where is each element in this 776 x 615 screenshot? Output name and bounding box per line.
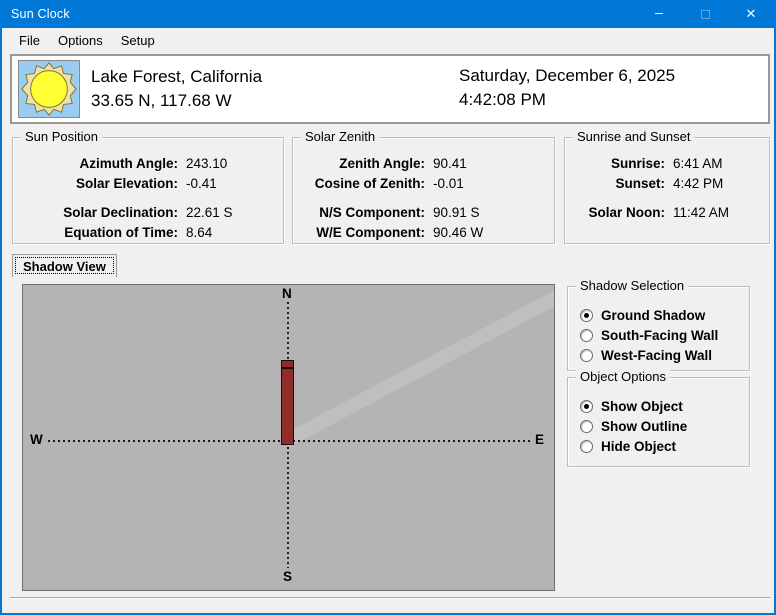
datetime-block: Saturday, December 6, 2025 4:42:08 PM [459,64,675,112]
current-date: Saturday, December 6, 2025 [459,64,675,88]
shadow-object [281,360,294,445]
radio-south-facing-wall[interactable]: South-Facing Wall [580,325,718,345]
stat-row: Solar Elevation: -0.41 [13,174,283,194]
current-time: 4:42:08 PM [459,88,675,112]
menu-setup[interactable]: Setup [112,30,164,51]
compass-west-label: W [30,432,43,447]
stat-value: 8.64 [186,223,212,243]
tab-shadow-view-label: Shadow View [23,259,106,274]
compass-east-label: E [535,432,544,447]
stat-label: Sunrise: [565,154,665,174]
radio-hide-object[interactable]: Hide Object [580,436,687,456]
group-sun-position: Sun Position Azimuth Angle: 243.10 Solar… [12,137,284,244]
sunrise-sunset-rows: Sunrise: 6:41 AM Sunset: 4:42 PM Solar N… [565,154,769,223]
stat-row: Solar Declination: 22.61 S [13,203,283,223]
minimize-button[interactable]: – [636,0,682,28]
group-solar-zenith: Solar Zenith Zenith Angle: 90.41 Cosine … [292,137,555,244]
radio-show-object[interactable]: Show Object [580,396,687,416]
stat-label: Cosine of Zenith: [293,174,425,194]
radio-show-outline[interactable]: Show Outline [580,416,687,436]
radio-west-facing-wall[interactable]: West-Facing Wall [580,345,718,365]
radio-label: West-Facing Wall [601,348,712,363]
stat-value: 243.10 [186,154,227,174]
object-options-radios: Show Object Show Outline Hide Object [580,396,687,456]
radio-button-icon [580,420,593,433]
group-shadow-selection: Shadow Selection Ground Shadow South-Fac… [567,286,750,371]
shadow-object-cap [282,367,293,369]
radio-button-icon [580,309,593,322]
sun-clock-window: Sun Clock – ✕ File Options Setup [0,0,776,615]
stat-row: W/E Component: 90.46 W [293,223,554,243]
stat-row: Equation of Time: 8.64 [13,223,283,243]
stat-row: Sunset: 4:42 PM [565,174,769,194]
stat-value: 90.46 W [433,223,483,243]
radio-button-icon [580,400,593,413]
location-coordinates: 33.65 N, 117.68 W [91,89,262,113]
radio-ground-shadow[interactable]: Ground Shadow [580,305,718,325]
compass-south-label: S [283,569,292,584]
stat-row: Cosine of Zenith: -0.01 [293,174,554,194]
radio-label: Show Object [601,399,683,414]
menu-options[interactable]: Options [49,30,112,51]
stat-value: -0.01 [433,174,464,194]
group-title-shadow-selection: Shadow Selection [576,278,688,293]
group-object-options: Object Options Show Object Show Outline … [567,377,750,467]
stat-label: Zenith Angle: [293,154,425,174]
caption-buttons: – ✕ [636,0,774,28]
header-panel: Lake Forest, California 33.65 N, 117.68 … [10,54,770,124]
radio-button-icon [580,329,593,342]
radio-button-icon [580,440,593,453]
stat-row: Sunrise: 6:41 AM [565,154,769,174]
group-title-object-options: Object Options [576,369,670,384]
radio-label: South-Facing Wall [601,328,718,343]
compass-north-label: N [282,286,292,301]
sun-icon [18,60,80,118]
stat-row: Zenith Angle: 90.41 [293,154,554,174]
ground-shadow [283,286,555,447]
stat-label: N/S Component: [293,203,425,223]
stat-value: 90.91 S [433,203,480,223]
minimize-icon: – [655,4,663,20]
stat-value: 6:41 AM [673,154,723,174]
stat-label: Azimuth Angle: [13,154,178,174]
group-title-sun-position: Sun Position [21,129,102,144]
radio-button-icon [580,349,593,362]
titlebar: Sun Clock – ✕ [2,0,774,28]
maximize-icon [701,10,710,19]
maximize-button [682,0,728,28]
stat-value: -0.41 [186,174,217,194]
stat-row: N/S Component: 90.91 S [293,203,554,223]
location-block: Lake Forest, California 33.65 N, 117.68 … [91,65,262,113]
stat-label: Sunset: [565,174,665,194]
stat-label: Solar Declination: [13,203,178,223]
sun-position-rows: Azimuth Angle: 243.10 Solar Elevation: -… [13,154,283,243]
tab-shadow-view[interactable]: Shadow View [12,254,117,277]
shadow-selection-radios: Ground Shadow South-Facing Wall West-Fac… [580,305,718,365]
group-title-solar-zenith: Solar Zenith [301,129,379,144]
radio-label: Show Outline [601,419,687,434]
group-title-sunrise-sunset: Sunrise and Sunset [573,129,694,144]
stat-value: 22.61 S [186,203,233,223]
stat-row: Azimuth Angle: 243.10 [13,154,283,174]
stat-label: W/E Component: [293,223,425,243]
radio-label: Ground Shadow [601,308,705,323]
window-title: Sun Clock [2,7,70,21]
stat-value: 90.41 [433,154,467,174]
location-name: Lake Forest, California [91,65,262,89]
stat-label: Solar Elevation: [13,174,178,194]
solar-zenith-rows: Zenith Angle: 90.41 Cosine of Zenith: -0… [293,154,554,243]
stat-row: Solar Noon: 11:42 AM [565,203,769,223]
shadow-view-canvas[interactable]: N S W E [22,284,555,591]
stat-value: 11:42 AM [673,203,729,223]
stat-label: Solar Noon: [565,203,665,223]
menubar: File Options Setup [2,28,774,52]
radio-label: Hide Object [601,439,676,454]
tab-pane-bottom-edge [10,597,770,599]
stat-label: Equation of Time: [13,223,178,243]
stat-value: 4:42 PM [673,174,723,194]
close-button[interactable]: ✕ [728,0,774,28]
menu-file[interactable]: File [10,30,49,51]
group-sunrise-sunset: Sunrise and Sunset Sunrise: 6:41 AM Suns… [564,137,770,244]
close-icon: ✕ [746,6,757,22]
